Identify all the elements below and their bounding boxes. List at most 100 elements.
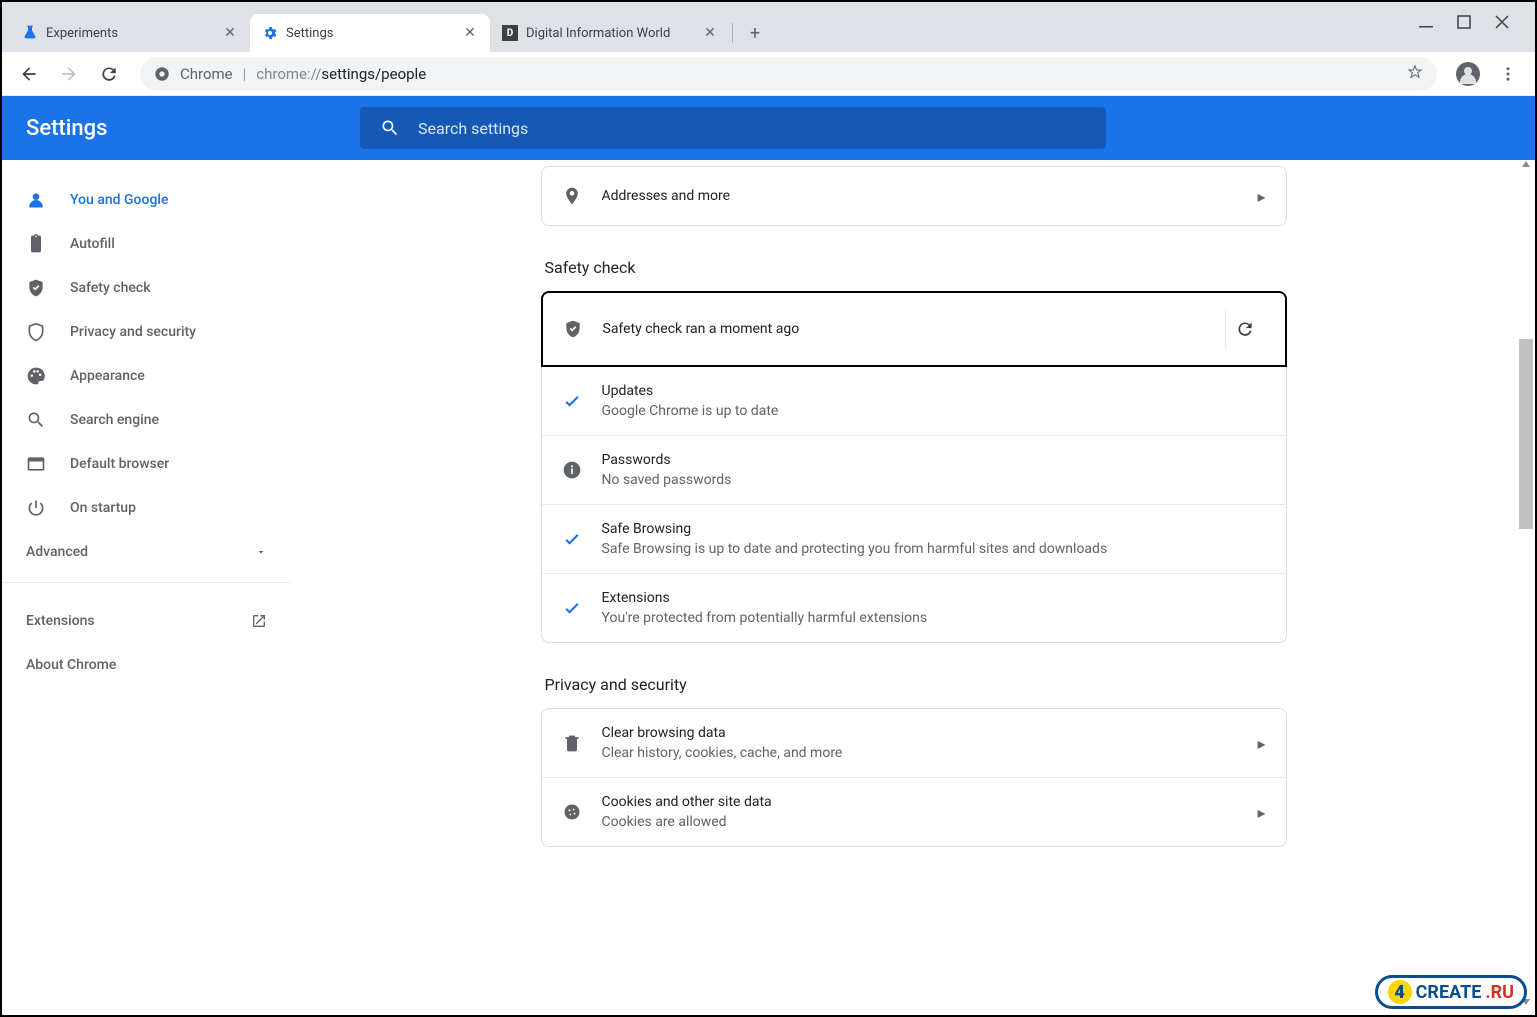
tab-label: Experiments (46, 26, 222, 41)
trash-icon (562, 733, 582, 753)
settings-main[interactable]: Addresses and more ▸ Safety check Safety… (292, 160, 1535, 1015)
sidebar-item-safety-check[interactable]: Safety check (2, 266, 281, 310)
safety-updates-row[interactable]: Updates Google Chrome is up to date (542, 367, 1286, 435)
chevron-right-icon: ▸ (1257, 803, 1265, 822)
row-title: Safety check ran a moment ago (603, 321, 1213, 337)
sidebar-advanced-toggle[interactable]: Advanced (2, 530, 291, 574)
sidebar-item-search-engine[interactable]: Search engine (2, 398, 281, 442)
settings-header: Settings (2, 96, 1535, 160)
row-sub: Clear history, cookies, cache, and more (602, 745, 1258, 761)
sidebar-about-label: About Chrome (26, 657, 116, 673)
sidebar-item-privacy[interactable]: Privacy and security (2, 310, 281, 354)
window-controls (1401, 2, 1527, 28)
sidebar-item-label: Autofill (70, 236, 115, 252)
chrome-icon (154, 66, 170, 82)
row-title: Clear browsing data (602, 725, 1258, 741)
shield-icon (563, 319, 583, 339)
address-bar[interactable]: Chrome | chrome://settings/people (140, 57, 1437, 91)
row-title: Cookies and other site data (602, 794, 1258, 810)
sidebar-about-link[interactable]: About Chrome (2, 643, 291, 687)
flask-icon (22, 25, 38, 41)
page-title: Settings (26, 116, 336, 141)
maximize-button[interactable] (1457, 14, 1471, 28)
close-icon[interactable]: ✕ (702, 25, 718, 41)
tab-experiments[interactable]: Experiments ✕ (10, 14, 250, 52)
shield-check-icon (26, 278, 46, 298)
privacy-card: Clear browsing data Clear history, cooki… (541, 708, 1287, 847)
row-title: Updates (602, 383, 1266, 399)
tab-settings[interactable]: Settings ✕ (250, 14, 490, 52)
info-icon (562, 460, 582, 480)
chrome-menu-button[interactable] (1491, 57, 1525, 91)
autofill-card: Addresses and more ▸ (541, 166, 1287, 226)
row-title: Safe Browsing (602, 521, 1266, 537)
open-in-new-icon (251, 613, 267, 629)
scrollbar[interactable] (1517, 159, 1533, 1007)
safety-check-results-card: Updates Google Chrome is up to date Pass… (541, 367, 1287, 643)
browser-icon (26, 454, 46, 474)
minimize-button[interactable] (1419, 14, 1433, 28)
close-icon[interactable]: ✕ (222, 25, 238, 41)
sidebar-item-label: You and Google (70, 192, 168, 208)
row-sub: No saved passwords (602, 472, 1266, 488)
settings-content: You and Google Autofill Safety check Pri… (2, 160, 1535, 1015)
row-sub: Google Chrome is up to date (602, 403, 1266, 419)
scrollbar-thumb[interactable] (1519, 339, 1533, 529)
safety-check-heading: Safety check (545, 258, 1287, 277)
safety-safe-browsing-row[interactable]: Safe Browsing Safe Browsing is up to dat… (542, 504, 1286, 573)
diw-icon: D (502, 25, 518, 41)
palette-icon (26, 366, 46, 386)
shield-icon (26, 322, 46, 342)
watermark-brand: CREATE (1416, 982, 1482, 1003)
watermark-suffix: .RU (1485, 982, 1514, 1003)
back-button[interactable] (12, 57, 46, 91)
security-label: Chrome (180, 65, 233, 83)
cookie-icon (562, 802, 582, 822)
sidebar-item-you-and-google[interactable]: You and Google (2, 178, 281, 222)
privacy-heading: Privacy and security (545, 675, 1287, 694)
sidebar-item-autofill[interactable]: Autofill (2, 222, 281, 266)
row-sub: Safe Browsing is up to date and protecti… (602, 541, 1266, 557)
safety-check-status-card: Safety check ran a moment ago (541, 291, 1287, 367)
profile-avatar[interactable] (1451, 57, 1485, 91)
run-safety-check-button[interactable] (1225, 309, 1265, 349)
reload-button[interactable] (92, 57, 126, 91)
url-text: chrome://settings/people (256, 64, 426, 83)
search-icon (380, 118, 400, 138)
window-close-button[interactable] (1495, 14, 1509, 28)
safety-extensions-row[interactable]: Extensions You're protected from potenti… (542, 573, 1286, 642)
tabs-container: Experiments ✕ Settings ✕ D Digital Infor… (10, 6, 1401, 52)
close-icon[interactable]: ✕ (462, 25, 478, 41)
tab-strip: Experiments ✕ Settings ✕ D Digital Infor… (2, 2, 1535, 52)
gear-icon (262, 25, 278, 41)
safety-passwords-row[interactable]: Passwords No saved passwords (542, 435, 1286, 504)
sidebar-item-default-browser[interactable]: Default browser (2, 442, 281, 486)
search-input[interactable] (418, 119, 1086, 138)
check-icon (562, 529, 582, 549)
chevron-right-icon: ▸ (1257, 187, 1265, 206)
browser-toolbar: Chrome | chrome://settings/people (2, 52, 1535, 96)
sidebar-advanced-label: Advanced (26, 544, 88, 560)
sidebar-item-label: Appearance (70, 368, 145, 384)
sidebar-item-appearance[interactable]: Appearance (2, 354, 281, 398)
bookmark-star-icon[interactable] (1407, 64, 1423, 84)
tab-diw[interactable]: D Digital Information World ✕ (490, 14, 730, 52)
sidebar-extensions-link[interactable]: Extensions (2, 599, 291, 643)
clear-browsing-data-row[interactable]: Clear browsing data Clear history, cooki… (542, 709, 1286, 777)
search-settings-box[interactable] (360, 107, 1106, 149)
location-icon (562, 186, 582, 206)
safety-check-status-row: Safety check ran a moment ago (543, 293, 1285, 365)
addresses-row[interactable]: Addresses and more ▸ (542, 167, 1286, 225)
clipboard-icon (26, 234, 46, 254)
sidebar-item-label: Search engine (70, 412, 159, 428)
scroll-up-arrow-icon[interactable] (1521, 159, 1531, 169)
tab-separator (732, 23, 733, 43)
cookies-row[interactable]: Cookies and other site data Cookies are … (542, 777, 1286, 846)
sidebar-item-on-startup[interactable]: On startup (2, 486, 281, 530)
forward-button[interactable] (52, 57, 86, 91)
tab-label: Settings (286, 26, 462, 41)
new-tab-button[interactable]: + (741, 19, 769, 47)
sidebar-item-label: Default browser (70, 456, 169, 472)
row-title: Extensions (602, 590, 1266, 606)
power-icon (26, 498, 46, 518)
